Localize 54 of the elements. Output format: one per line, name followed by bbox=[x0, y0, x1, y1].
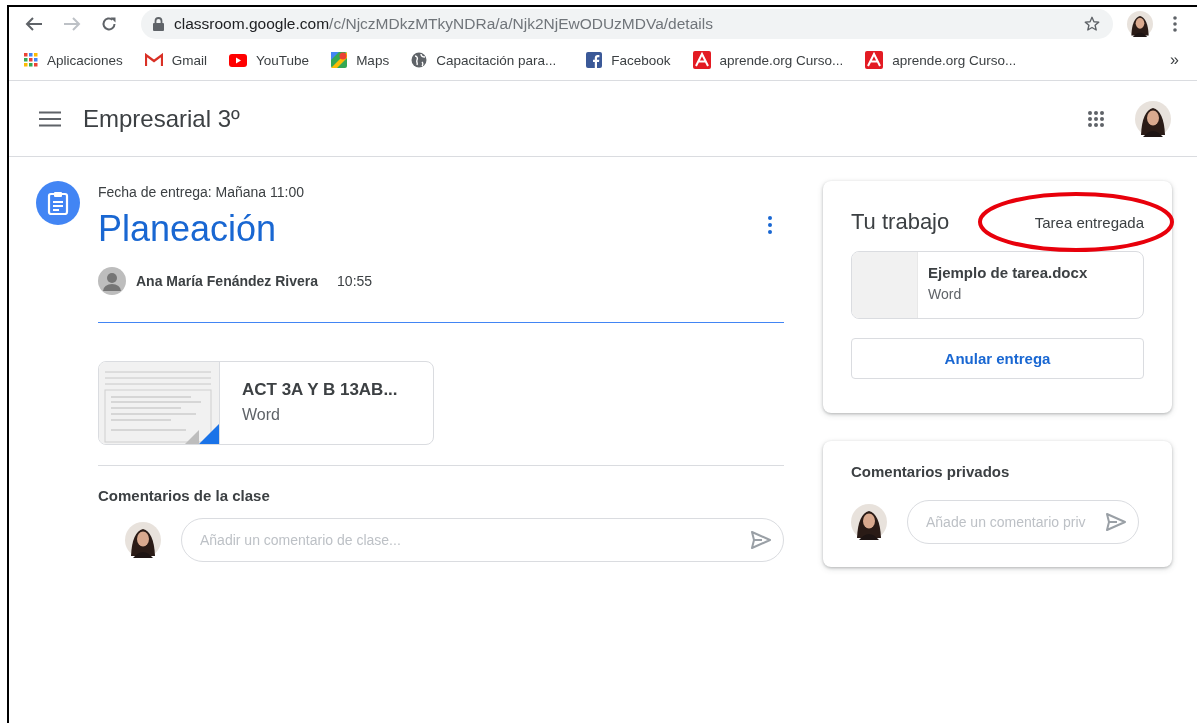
status-label: Tarea entregada bbox=[1034, 213, 1144, 231]
avatar-icon[interactable] bbox=[1127, 10, 1153, 37]
post-time: 10:55 bbox=[337, 273, 373, 289]
send-icon[interactable] bbox=[750, 530, 772, 550]
globe-icon bbox=[411, 52, 428, 68]
class-title: Empresarial 3º bbox=[83, 104, 241, 133]
comment-field[interactable]: Añade un comentario priv bbox=[907, 500, 1139, 544]
assignment-title: Planeación bbox=[98, 208, 277, 250]
attachment-name: ACT 3A Y B 13AB... bbox=[242, 380, 398, 400]
apps-grid-icon bbox=[24, 53, 38, 67]
bookmark[interactable]: YouTube bbox=[229, 52, 310, 68]
star-icon[interactable] bbox=[1083, 14, 1101, 33]
bookmark[interactable]: Gmail bbox=[144, 52, 208, 68]
avatar-icon[interactable] bbox=[851, 504, 887, 540]
unsubmit-button[interactable]: Anular entrega bbox=[851, 338, 1144, 379]
menu-icon[interactable] bbox=[39, 110, 61, 127]
more-bookmarks-button[interactable]: » bbox=[1170, 51, 1179, 69]
author-name: Ana María Fenández Rivera bbox=[136, 273, 319, 289]
play-icon bbox=[229, 53, 248, 67]
card-title: Comentarios privados bbox=[851, 463, 1011, 480]
mail-icon bbox=[144, 53, 163, 67]
attachment-card[interactable]: ACT 3A Y B 13AB... Word bbox=[98, 361, 434, 445]
bookmark[interactable]: Facebook bbox=[586, 52, 671, 68]
card-title: Tu trabajo bbox=[851, 209, 950, 235]
file-thumbnail bbox=[852, 252, 918, 318]
section-heading: Comentarios de la clase bbox=[98, 487, 271, 504]
file-card[interactable]: Ejemplo de tarea.docx Word bbox=[851, 251, 1144, 319]
avatar-icon[interactable] bbox=[125, 522, 161, 558]
address-bar[interactable]: classroom.google.com/c/NjczMDkzMTkyNDRa/a/Njk2NjEwODUzMDVa/details bbox=[141, 8, 1113, 39]
facebook-icon bbox=[586, 52, 603, 68]
bookmark[interactable]: Aplicaciones bbox=[24, 52, 123, 68]
reload-icon[interactable] bbox=[101, 15, 117, 32]
bookmark[interactable]: Maps bbox=[331, 52, 390, 68]
assignment-icon bbox=[36, 181, 80, 225]
bookmark[interactable]: aprende.org Curso... bbox=[692, 51, 844, 69]
person-icon bbox=[98, 267, 126, 295]
send-icon[interactable] bbox=[1105, 512, 1127, 532]
lock-icon bbox=[153, 16, 164, 31]
more-icon[interactable] bbox=[768, 216, 772, 234]
back-icon[interactable] bbox=[25, 15, 43, 32]
apps-grid-icon[interactable] bbox=[1087, 109, 1105, 128]
file-name: Ejemplo de tarea.docx bbox=[928, 264, 1088, 281]
bookmark[interactable]: Capacitación para... bbox=[411, 52, 557, 68]
file-type: Word bbox=[928, 286, 963, 302]
comment-field[interactable]: Añadir un comentario de clase... bbox=[181, 518, 784, 562]
due-date: Fecha de entrega: Mañana 11:00 bbox=[98, 184, 305, 200]
aprende-icon bbox=[865, 51, 884, 69]
more-icon[interactable] bbox=[1173, 15, 1177, 32]
avatar-icon[interactable] bbox=[1135, 100, 1171, 137]
map-icon bbox=[331, 52, 348, 68]
url-text: classroom.google.com/c/NjczMDkzMTkyNDRa/a/Njk2NjEwODUzMDVa/details bbox=[174, 14, 714, 33]
aprende-icon bbox=[692, 51, 711, 69]
bookmark[interactable]: aprende.org Curso... bbox=[865, 51, 1017, 69]
attachment-type: Word bbox=[242, 406, 281, 424]
